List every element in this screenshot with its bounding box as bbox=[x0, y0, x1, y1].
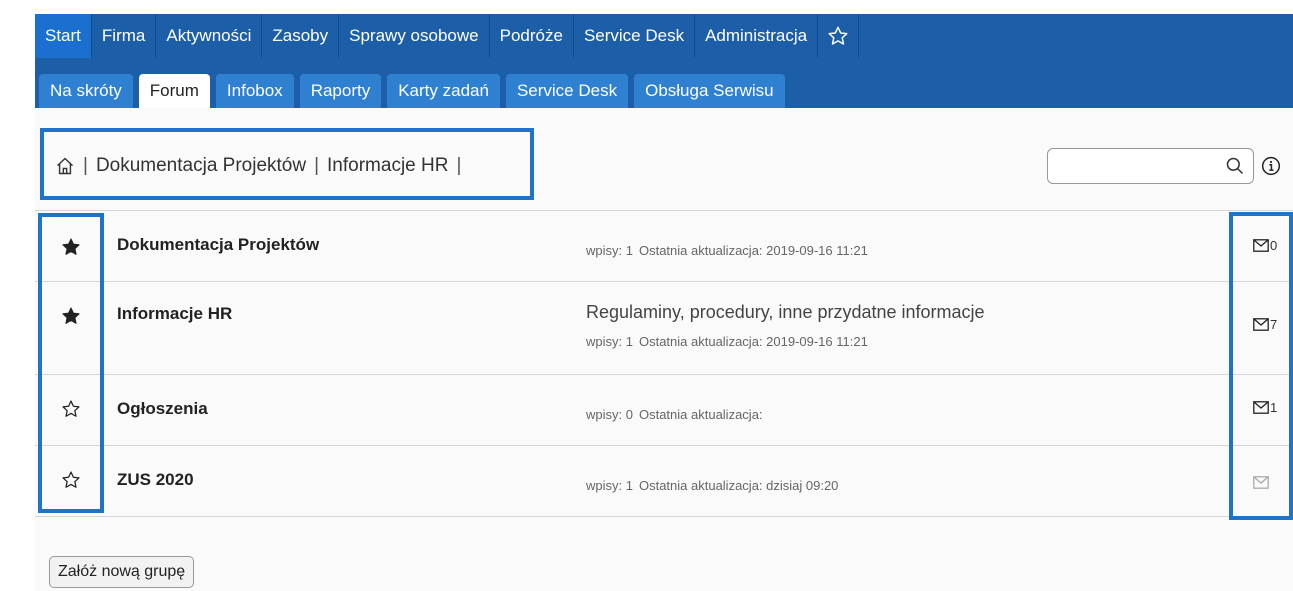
group-name[interactable]: Informacje HR bbox=[117, 304, 232, 324]
group-description: Regulaminy, procedury, inne przydatne in… bbox=[586, 302, 985, 322]
nav-item-administracja[interactable]: Administracja bbox=[695, 14, 819, 58]
info-icon[interactable] bbox=[1261, 156, 1281, 176]
tab-infobox[interactable]: Infobox bbox=[215, 74, 294, 108]
groups-table: Dokumentacja Projektów wpisy: 1 Ostatnia … bbox=[35, 210, 1293, 517]
search-box bbox=[1047, 148, 1254, 184]
group-updated: Ostatnia aktualizacja: bbox=[638, 407, 763, 422]
tab-obsluga-serwisu[interactable]: Obsługa Serwisu bbox=[634, 74, 785, 108]
nav-item-start[interactable]: Start bbox=[35, 14, 92, 58]
group-entries: wpisy: 1 bbox=[586, 243, 633, 258]
nav-item-service-desk[interactable]: Service Desk bbox=[574, 14, 696, 58]
table-row[interactable]: Dokumentacja Projektów wpisy: 1 Ostatnia … bbox=[35, 210, 1293, 281]
tab-service-desk[interactable]: Service Desk bbox=[505, 74, 629, 108]
group-meta: wpisy: 0 Ostatnia aktualizacja: bbox=[586, 407, 769, 422]
tab-raporty[interactable]: Raporty bbox=[299, 74, 382, 108]
nav-item-firma[interactable]: Firma bbox=[92, 14, 157, 58]
nav-item-sprawy-osobowe[interactable]: Sprawy osobowe bbox=[339, 14, 490, 58]
tab-na-skroty[interactable]: Na skróty bbox=[39, 74, 133, 108]
table-row[interactable]: Ogłoszenia wpisy: 0 Ostatnia aktualizacja… bbox=[35, 374, 1293, 445]
group-entries: wpisy: 1 bbox=[586, 334, 633, 349]
group-updated: Ostatnia aktualizacja: 2019-09-16 11:21 bbox=[638, 334, 868, 349]
left-margin bbox=[0, 14, 35, 591]
nav-item-aktywnosci[interactable]: Aktywności bbox=[156, 14, 263, 58]
highlight-box-mail-column bbox=[1229, 212, 1293, 520]
top-margin bbox=[0, 0, 1293, 14]
tab-forum[interactable]: Forum bbox=[138, 74, 210, 108]
new-group-button[interactable]: Załóż nową grupę bbox=[49, 556, 195, 588]
group-name[interactable]: Dokumentacja Projektów bbox=[117, 235, 319, 255]
star-outline-icon bbox=[828, 26, 848, 45]
group-entries: wpisy: 1 bbox=[586, 478, 633, 493]
search-icon[interactable] bbox=[1225, 156, 1245, 176]
table-row[interactable]: Informacje HR Regulaminy, procedury, inn… bbox=[35, 281, 1293, 374]
nav-item-podroze[interactable]: Podróże bbox=[490, 14, 574, 58]
top-navigation: Start Firma Aktywności Zasoby Sprawy oso… bbox=[35, 14, 1293, 58]
group-updated: Ostatnia aktualizacja: dzisiaj 09:20 bbox=[638, 478, 839, 493]
group-meta: wpisy: 1 Ostatnia aktualizacja: 2019-09-1… bbox=[586, 243, 874, 258]
group-name[interactable]: Ogłoszenia bbox=[117, 399, 208, 419]
forum-content: | Dokumentacja Projektów | Informacje HR… bbox=[35, 108, 1293, 591]
group-name[interactable]: ZUS 2020 bbox=[117, 470, 194, 490]
sub-navigation: Na skróty Forum Infobox Raporty Karty za… bbox=[35, 58, 1293, 108]
group-updated: Ostatnia aktualizacja: 2019-09-16 11:21 bbox=[638, 243, 868, 258]
search-input[interactable] bbox=[1056, 155, 1220, 179]
table-row[interactable]: ZUS 2020 wpisy: 1 Ostatnia aktualizacja: … bbox=[35, 445, 1293, 517]
group-meta: wpisy: 1 Ostatnia aktualizacja: 2019-09-1… bbox=[586, 334, 874, 349]
highlight-box-breadcrumb bbox=[40, 128, 534, 200]
nav-item-zasoby[interactable]: Zasoby bbox=[262, 14, 340, 58]
group-meta: wpisy: 1 Ostatnia aktualizacja: dzisiaj 0… bbox=[586, 478, 844, 493]
highlight-box-star-column bbox=[38, 213, 104, 513]
nav-favorites-button[interactable] bbox=[818, 14, 860, 58]
group-entries: wpisy: 0 bbox=[586, 407, 633, 422]
tab-karty-zadan[interactable]: Karty zadań bbox=[387, 74, 500, 108]
